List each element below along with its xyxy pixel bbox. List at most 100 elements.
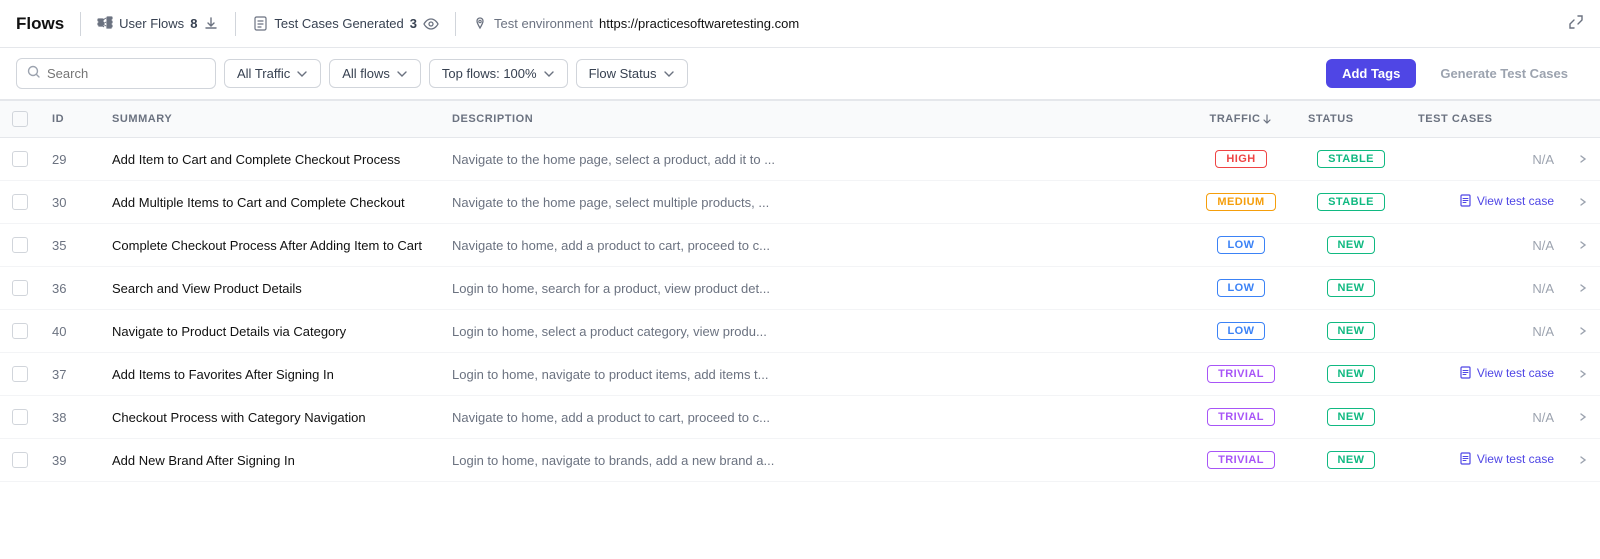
- row-test-cases: N/A: [1406, 267, 1566, 310]
- traffic-badge: LOW: [1217, 322, 1266, 340]
- add-tags-button[interactable]: Add Tags: [1326, 59, 1416, 88]
- user-flows-icon: [97, 16, 113, 32]
- row-checkbox[interactable]: [12, 280, 28, 296]
- view-test-case-link[interactable]: View test case: [1459, 366, 1554, 380]
- view-test-case-link[interactable]: View test case: [1459, 452, 1554, 466]
- row-description: Navigate to home, add a product to cart,…: [440, 396, 1186, 439]
- row-arrow[interactable]: [1566, 310, 1600, 353]
- flows-table: ID SUMMARY DESCRIPTION TRAFFIC STATUS TE…: [0, 100, 1600, 482]
- eye-icon[interactable]: [423, 16, 439, 32]
- row-checkbox[interactable]: [12, 151, 28, 167]
- row-traffic: TRIVIAL: [1186, 396, 1296, 439]
- row-checkbox[interactable]: [12, 194, 28, 210]
- chevron-down-icon4: [663, 68, 675, 80]
- divider: [80, 12, 81, 36]
- header-traffic[interactable]: TRAFFIC: [1186, 101, 1296, 138]
- document-icon: [1459, 366, 1472, 379]
- row-arrow[interactable]: [1566, 224, 1600, 267]
- divider2: [235, 12, 236, 36]
- row-test-cases: N/A: [1406, 224, 1566, 267]
- row-arrow[interactable]: [1566, 353, 1600, 396]
- row-summary: Add Items to Favorites After Signing In: [100, 353, 440, 396]
- row-arrow[interactable]: [1566, 267, 1600, 310]
- table-row: 37 Add Items to Favorites After Signing …: [0, 353, 1600, 396]
- flow-status-dropdown[interactable]: Flow Status: [576, 59, 688, 88]
- chevron-right-icon: [1578, 412, 1588, 422]
- status-badge: NEW: [1327, 451, 1376, 469]
- search-icon: [27, 65, 41, 82]
- chevron-right-icon: [1578, 154, 1588, 164]
- table-row: 29 Add Item to Cart and Complete Checkou…: [0, 138, 1600, 181]
- all-traffic-dropdown[interactable]: All Traffic: [224, 59, 321, 88]
- row-summary: Add Item to Cart and Complete Checkout P…: [100, 138, 440, 181]
- row-summary: Search and View Product Details: [100, 267, 440, 310]
- row-traffic: HIGH: [1186, 138, 1296, 181]
- user-flows-item[interactable]: User Flows 8: [97, 16, 219, 32]
- traffic-badge: HIGH: [1215, 150, 1266, 168]
- user-flows-label: User Flows: [119, 16, 184, 31]
- all-flows-dropdown[interactable]: All flows: [329, 59, 421, 88]
- test-cases-item[interactable]: Test Cases Generated 3: [252, 16, 439, 32]
- table-body: 29 Add Item to Cart and Complete Checkou…: [0, 138, 1600, 482]
- search-box[interactable]: [16, 58, 216, 89]
- row-summary: Add New Brand After Signing In: [100, 439, 440, 482]
- na-label: N/A: [1532, 281, 1554, 296]
- download-icon[interactable]: [203, 16, 219, 32]
- header-checkbox-col: [0, 101, 40, 138]
- row-checkbox[interactable]: [12, 452, 28, 468]
- row-summary: Add Multiple Items to Cart and Complete …: [100, 181, 440, 224]
- status-badge: NEW: [1327, 279, 1376, 297]
- expand-icon[interactable]: [1568, 14, 1584, 33]
- header-description: DESCRIPTION: [440, 101, 1186, 138]
- row-test-cases: View test case: [1406, 353, 1566, 396]
- chevron-right-icon: [1578, 326, 1588, 336]
- traffic-badge: TRIVIAL: [1207, 451, 1275, 469]
- row-status: NEW: [1296, 310, 1406, 353]
- row-arrow[interactable]: [1566, 181, 1600, 224]
- header-id: ID: [40, 101, 100, 138]
- row-arrow[interactable]: [1566, 439, 1600, 482]
- row-id: 37: [40, 353, 100, 396]
- traffic-badge: LOW: [1217, 279, 1266, 297]
- top-flows-dropdown[interactable]: Top flows: 100%: [429, 59, 568, 88]
- row-id: 40: [40, 310, 100, 353]
- row-traffic: LOW: [1186, 267, 1296, 310]
- row-id: 36: [40, 267, 100, 310]
- row-status: NEW: [1296, 224, 1406, 267]
- status-badge: NEW: [1327, 365, 1376, 383]
- row-test-cases: View test case: [1406, 181, 1566, 224]
- row-checkbox[interactable]: [12, 409, 28, 425]
- row-checkbox-cell: [0, 439, 40, 482]
- test-cases-count: 3: [410, 16, 417, 31]
- pin-icon: [472, 16, 488, 32]
- row-arrow[interactable]: [1566, 138, 1600, 181]
- chevron-right-icon: [1578, 369, 1588, 379]
- chevron-right-icon: [1578, 197, 1588, 207]
- row-id: 38: [40, 396, 100, 439]
- row-description: Login to home, navigate to product items…: [440, 353, 1186, 396]
- row-checkbox-cell: [0, 224, 40, 267]
- generate-test-cases-button[interactable]: Generate Test Cases: [1424, 59, 1584, 88]
- search-input[interactable]: [47, 66, 205, 81]
- select-all-checkbox[interactable]: [12, 111, 28, 127]
- row-description: Login to home, select a product category…: [440, 310, 1186, 353]
- row-arrow[interactable]: [1566, 396, 1600, 439]
- row-description: Navigate to the home page, select a prod…: [440, 138, 1186, 181]
- row-checkbox[interactable]: [12, 323, 28, 339]
- environment-item: Test environment https://practicesoftwar…: [472, 16, 799, 32]
- user-flows-count: 8: [190, 16, 197, 31]
- row-checkbox[interactable]: [12, 366, 28, 382]
- row-checkbox[interactable]: [12, 237, 28, 253]
- traffic-badge: LOW: [1217, 236, 1266, 254]
- chevron-down-icon2: [396, 68, 408, 80]
- test-cases-label: Test Cases Generated: [274, 16, 403, 31]
- flow-status-label: Flow Status: [589, 66, 657, 81]
- chevron-right-icon: [1578, 240, 1588, 250]
- view-test-case-link[interactable]: View test case: [1459, 194, 1554, 208]
- row-checkbox-cell: [0, 181, 40, 224]
- row-id: 35: [40, 224, 100, 267]
- row-checkbox-cell: [0, 353, 40, 396]
- row-id: 30: [40, 181, 100, 224]
- row-status: NEW: [1296, 439, 1406, 482]
- table-row: 39 Add New Brand After Signing In Login …: [0, 439, 1600, 482]
